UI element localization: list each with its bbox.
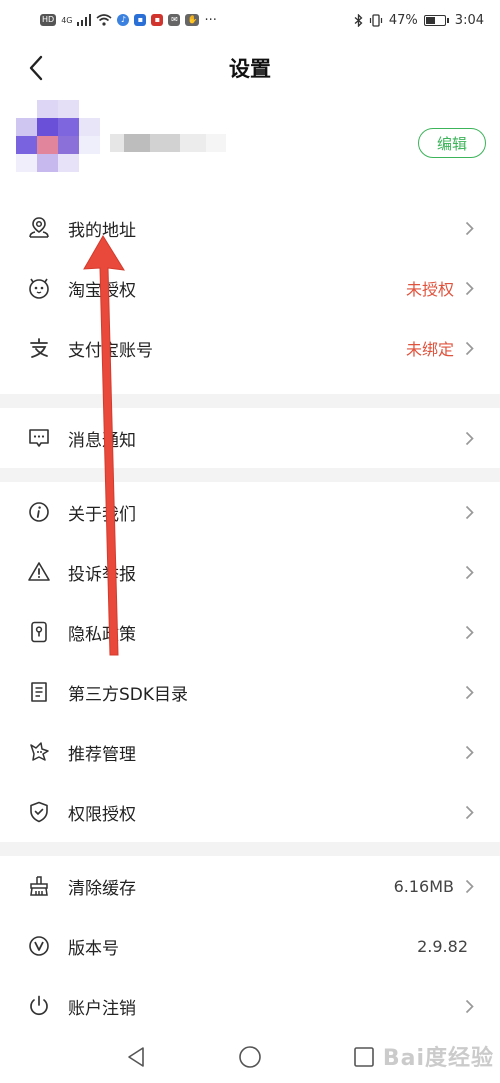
privacy-lock-icon <box>26 619 52 645</box>
row-about-us[interactable]: 关于我们 <box>0 482 500 542</box>
section-divider <box>0 842 500 856</box>
nav-header: 设置 <box>0 40 500 96</box>
chevron-right-icon <box>462 279 476 297</box>
warning-icon <box>26 559 52 585</box>
chevron-right-icon <box>462 219 476 237</box>
edit-profile-button[interactable]: 编辑 <box>418 128 486 158</box>
hand-icon: ✋ <box>185 14 200 26</box>
chevron-right-icon <box>462 339 476 357</box>
row-clear-cache[interactable]: 清除缓存 6.16MB <box>0 856 500 916</box>
network-type: 4G <box>61 15 73 25</box>
section-divider <box>0 394 500 408</box>
row-label: 淘宝授权 <box>68 280 136 301</box>
chevron-right-icon <box>462 803 476 821</box>
watermark-logo: Bai度经验 <box>382 1046 494 1071</box>
wifi-icon <box>96 14 113 26</box>
battery-icon <box>423 14 449 26</box>
taobao-icon <box>26 275 52 301</box>
nav-home-button[interactable] <box>232 1039 268 1075</box>
row-label: 清除缓存 <box>68 878 136 899</box>
square-recents-icon <box>354 1046 374 1067</box>
profile-card: 编辑 <box>0 96 500 196</box>
row-notifications[interactable]: 消息通知 <box>0 408 500 468</box>
triangle-back-icon <box>128 1046 144 1067</box>
music-app-icon: ♪ <box>117 14 130 26</box>
nav-back-button[interactable] <box>118 1039 154 1075</box>
row-permissions[interactable]: 权限授权 <box>0 782 500 842</box>
chevron-left-icon <box>29 55 43 81</box>
signal-icon <box>77 14 92 26</box>
chevron-right-icon <box>462 563 476 581</box>
row-version: 版本号 2.9.82 <box>0 916 500 976</box>
row-privacy-policy[interactable]: 隐私政策 <box>0 602 500 662</box>
row-my-address[interactable]: 我的地址 <box>0 198 500 258</box>
row-label: 推荐管理 <box>68 744 136 765</box>
row-value: 2.9.82 <box>417 936 468 956</box>
chevron-right-icon <box>462 743 476 761</box>
recommend-icon <box>26 739 52 765</box>
row-recommend-settings[interactable]: 推荐管理 <box>0 722 500 782</box>
app-icon-red: ▪ <box>151 14 164 26</box>
location-person-icon <box>26 215 52 241</box>
row-value: 6.16MB <box>393 876 454 896</box>
row-label: 第三方SDK目录 <box>68 684 189 705</box>
row-label: 关于我们 <box>68 504 136 525</box>
version-icon <box>26 933 52 959</box>
page-title: 设置 <box>229 57 271 81</box>
section-divider <box>0 468 500 482</box>
row-label: 消息通知 <box>68 430 136 451</box>
chevron-right-icon <box>462 503 476 521</box>
back-button[interactable] <box>18 50 54 86</box>
broom-icon <box>26 873 52 899</box>
bluetooth-icon <box>354 13 363 27</box>
row-taobao-auth[interactable]: 淘宝授权 未授权 <box>0 258 500 318</box>
row-delete-account[interactable]: 账户注销 <box>0 976 500 1036</box>
power-icon <box>26 993 52 1019</box>
row-label: 账户注销 <box>68 998 136 1019</box>
mail-icon: ✉ <box>168 14 181 26</box>
battery-percent: 47% <box>388 12 418 28</box>
avatar[interactable] <box>16 100 100 172</box>
row-label: 投诉举报 <box>68 564 136 585</box>
circle-home-icon <box>239 1045 261 1068</box>
row-label: 版本号 <box>68 938 119 959</box>
chevron-right-icon <box>462 683 476 701</box>
clock: 3:04 <box>454 12 484 28</box>
row-sdk-list[interactable]: 第三方SDK目录 <box>0 662 500 722</box>
row-label: 我的地址 <box>68 220 136 241</box>
chevron-right-icon <box>462 429 476 447</box>
chevron-right-icon <box>462 997 476 1015</box>
hd-badge: HD <box>40 14 57 26</box>
settings-section-account: 我的地址 淘宝授权 未授权 支付宝账号 未绑定 消息通知 关于我们 投诉举报 隐… <box>0 198 500 1036</box>
app-icon-blue: ▪ <box>134 14 147 26</box>
nav-recents-button[interactable] <box>346 1039 382 1075</box>
row-value: 未绑定 <box>405 340 454 359</box>
row-alipay-account[interactable]: 支付宝账号 未绑定 <box>0 318 500 378</box>
info-icon <box>26 499 52 525</box>
document-icon <box>26 679 52 705</box>
chevron-right-icon <box>462 877 476 895</box>
alipay-icon <box>26 335 52 361</box>
row-label: 支付宝账号 <box>68 340 153 361</box>
message-icon <box>26 425 52 451</box>
status-bar: HD 4G ♪ ▪ ▪ ✉ ✋ ··· 47% 3:04 <box>0 0 500 40</box>
shield-check-icon <box>26 799 52 825</box>
vibrate-icon <box>369 13 382 27</box>
row-value: 未授权 <box>405 280 454 299</box>
row-label: 权限授权 <box>68 804 136 825</box>
row-label: 隐私政策 <box>68 624 136 645</box>
username-blurred <box>110 134 230 152</box>
row-report[interactable]: 投诉举报 <box>0 542 500 602</box>
chevron-right-icon <box>462 623 476 641</box>
more-notifications-icon: ··· <box>204 12 217 28</box>
